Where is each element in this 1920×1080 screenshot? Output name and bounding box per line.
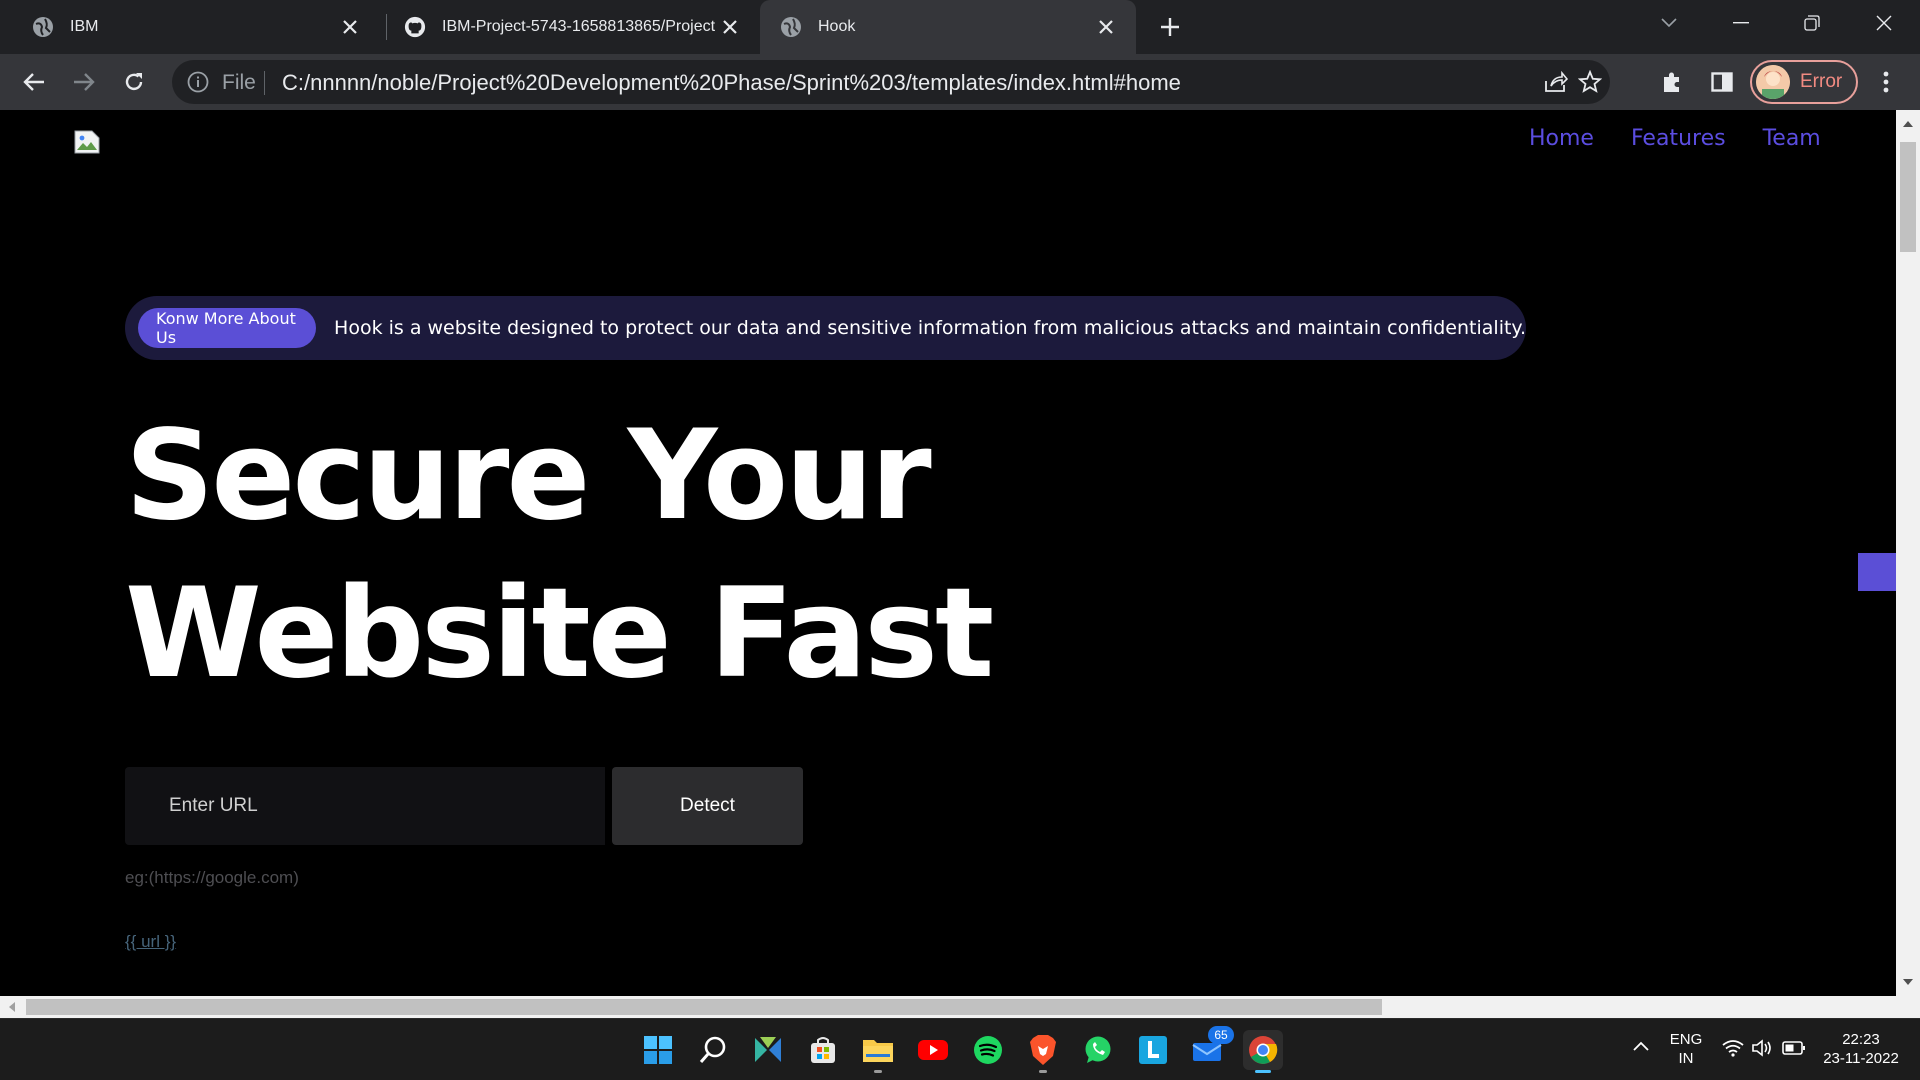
reload-button[interactable]	[116, 64, 152, 100]
region-code: IN	[1678, 1050, 1694, 1067]
forward-button[interactable]	[66, 64, 102, 100]
mail-icon[interactable]: 65	[1188, 1026, 1234, 1070]
back-button[interactable]	[16, 64, 52, 100]
restore-button[interactable]	[1777, 0, 1847, 46]
windows-taskbar: 65 ENG IN 22:23 23-11-2022	[0, 1018, 1920, 1080]
language-code: ENG	[1669, 1031, 1703, 1048]
browser-toolbar: File C:/nnnnn/noble/Project%20Developmen…	[0, 54, 1920, 110]
chrome-icon[interactable]	[1243, 1030, 1283, 1073]
clock-date: 23-11-2022	[1823, 1050, 1899, 1067]
scroll-left-arrow-icon[interactable]	[6, 1001, 18, 1013]
side-accent-tab[interactable]	[1858, 553, 1896, 591]
spotify-icon[interactable]	[968, 1030, 1008, 1070]
search-icon[interactable]	[693, 1030, 733, 1070]
horizontal-scroll-thumb[interactable]	[26, 999, 1382, 1015]
share-icon[interactable]	[1542, 68, 1570, 96]
banner-description: Hook is a website designed to protect ou…	[334, 317, 1526, 339]
volume-icon[interactable]	[1752, 1039, 1774, 1059]
notification-badge: 65	[1208, 1026, 1234, 1044]
vertical-scrollbar[interactable]	[1896, 110, 1920, 996]
avatar	[1756, 65, 1790, 99]
hero-title-line-2: Website Fast	[125, 562, 994, 706]
store-icon[interactable]	[803, 1030, 843, 1070]
tab-ibm[interactable]: IBM	[0, 0, 380, 54]
tab-github[interactable]: IBM-Project-5743-1658813865/Project	[372, 0, 760, 54]
result-url-link[interactable]: {{ url }}	[125, 932, 176, 952]
l-app-icon[interactable]	[1133, 1030, 1173, 1070]
address-bar[interactable]: File C:/nnnnn/noble/Project%20Developmen…	[172, 60, 1610, 104]
scrollbar-corner	[1896, 996, 1920, 1018]
tab-hook[interactable]: Hook	[760, 0, 1136, 54]
youtube-icon[interactable]	[913, 1030, 953, 1070]
tab-strip: IBM IBM-Project-5743-1658813865/Project …	[0, 0, 1920, 54]
page-viewport: Home Features Team Konw More About Us Ho…	[0, 110, 1896, 996]
globe-icon	[780, 16, 802, 38]
github-icon	[404, 16, 426, 38]
vertical-scroll-thumb[interactable]	[1900, 142, 1916, 252]
nav-link-team[interactable]: Team	[1763, 126, 1821, 151]
know-more-button[interactable]: Konw More About Us	[138, 308, 317, 348]
profile-status-label: Error	[1800, 71, 1843, 92]
clock[interactable]: 22:23 23-11-2022	[1816, 1031, 1906, 1067]
wifi-icon[interactable]	[1722, 1039, 1744, 1059]
hero-title-line-1: Secure Your	[125, 404, 932, 548]
language-indicator[interactable]: ENG IN	[1664, 1031, 1708, 1067]
battery-icon[interactable]	[1782, 1041, 1806, 1057]
tab-title: IBM	[70, 18, 99, 35]
extensions-icon[interactable]	[1654, 64, 1690, 100]
omnibox-separator	[264, 71, 265, 95]
start-icon[interactable]	[638, 1030, 678, 1070]
info-icon[interactable]	[186, 70, 210, 94]
close-tab-icon[interactable]	[1092, 13, 1120, 41]
close-window-button[interactable]	[1849, 0, 1919, 46]
bookmark-star-icon[interactable]	[1576, 68, 1604, 96]
about-banner: Konw More About Us Hook is a website des…	[125, 296, 1526, 360]
clock-time: 22:23	[1842, 1031, 1880, 1048]
nav-link-home[interactable]: Home	[1529, 126, 1594, 151]
url-input[interactable]	[125, 767, 605, 845]
url-text[interactable]: C:/nnnnn/noble/Project%20Development%20P…	[282, 70, 1181, 96]
scroll-up-arrow-icon[interactable]	[1902, 118, 1914, 130]
close-tab-icon[interactable]	[716, 13, 744, 41]
chevron-up-icon[interactable]	[1632, 1039, 1654, 1061]
horizontal-scrollbar[interactable]	[0, 996, 1896, 1018]
running-indicator	[1255, 1070, 1271, 1073]
side-panel-icon[interactable]	[1704, 64, 1740, 100]
detect-button[interactable]: Detect	[612, 767, 803, 845]
tab-title: IBM-Project-5743-1658813865/Project	[442, 18, 716, 35]
tab-search-icon[interactable]	[1634, 0, 1704, 46]
broken-logo-image[interactable]	[74, 130, 100, 154]
tab-title: Hook	[818, 18, 856, 35]
nav-link-features[interactable]: Features	[1631, 126, 1726, 151]
widgets-icon[interactable]	[748, 1030, 788, 1070]
file-explorer-icon[interactable]	[858, 1030, 898, 1073]
close-tab-icon[interactable]	[336, 13, 364, 41]
scroll-down-arrow-icon[interactable]	[1902, 976, 1914, 988]
main-nav: Home Features Team	[1492, 126, 1821, 151]
profile-button[interactable]: Error	[1750, 60, 1858, 104]
url-example-hint: eg:(https://google.com)	[125, 868, 299, 887]
new-tab-button[interactable]	[1154, 11, 1186, 43]
minimize-button[interactable]	[1706, 0, 1776, 46]
scheme-label: File	[222, 71, 256, 94]
brave-icon[interactable]	[1023, 1030, 1063, 1073]
kebab-menu-icon[interactable]	[1868, 64, 1904, 100]
running-indicator	[1039, 1070, 1047, 1073]
running-indicator	[874, 1070, 882, 1073]
whatsapp-icon[interactable]	[1078, 1030, 1118, 1070]
globe-icon	[32, 16, 54, 38]
